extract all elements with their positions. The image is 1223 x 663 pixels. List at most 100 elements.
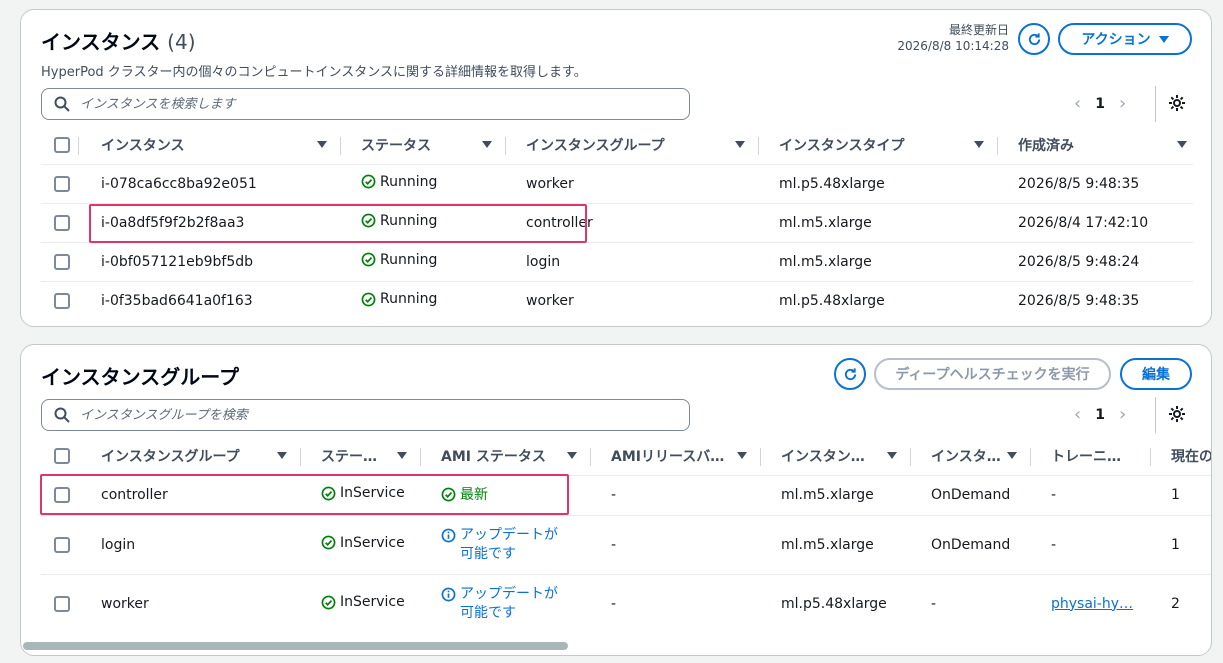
- row-checkbox[interactable]: [54, 175, 70, 192]
- col-ami-status[interactable]: AMI ステータス: [421, 437, 591, 475]
- last-updated: 最終更新日 2026/8/8 10:14:28: [889, 22, 1009, 54]
- sort-caret-icon[interactable]: [317, 141, 327, 149]
- instances-description: HyperPod クラスター内の個々のコンピュートインスタンスに関する詳細情報を…: [41, 65, 587, 80]
- sort-caret-icon[interactable]: [735, 141, 745, 149]
- current-count: 2: [1151, 573, 1211, 633]
- created-at: 2026/8/5 9:48:35: [998, 280, 1193, 320]
- table-row[interactable]: i-0bf057121eb9bf5db Running login ml.m5.xla…: [41, 241, 1193, 281]
- instance-id: i-0a8df5f9f2b2f8aa3: [101, 202, 341, 242]
- current-page[interactable]: 1: [1095, 407, 1105, 423]
- training-link[interactable]: physai-hy…: [1051, 596, 1133, 612]
- instance-type: ml.p5.48xlarge: [759, 163, 998, 203]
- instances-pagination: ‹ 1 ›: [1074, 93, 1126, 114]
- col-type[interactable]: インスタンスタイプ: [759, 126, 998, 164]
- sort-caret-icon[interactable]: [1177, 141, 1187, 149]
- actions-label: アクション: [1081, 32, 1151, 48]
- col-group[interactable]: インスタンスグループ: [506, 126, 759, 164]
- select-all-checkbox[interactable]: [54, 447, 70, 464]
- search-icon: [54, 96, 70, 112]
- instance-type: ml.m5.xlarge: [761, 514, 911, 574]
- table-row[interactable]: i-0f35bad6641a0f163 Running worker ml.p5.48…: [41, 280, 1193, 320]
- sort-caret-icon[interactable]: [737, 452, 747, 460]
- col-market[interactable]: インスタ…: [911, 437, 1031, 475]
- groups-refresh-button[interactable]: [834, 358, 866, 390]
- sort-caret-icon[interactable]: [482, 141, 492, 149]
- created-at: 2026/8/4 17:42:10: [998, 202, 1193, 242]
- table-row[interactable]: login InService アップデートが 可能です - ml.m5.xlarge On…: [41, 514, 1211, 574]
- instances-search[interactable]: [41, 88, 690, 120]
- check-circle-icon: [361, 292, 376, 306]
- sort-caret-icon[interactable]: [887, 452, 897, 460]
- actions-button[interactable]: アクション: [1058, 23, 1192, 55]
- status-badge: Running: [361, 213, 437, 229]
- caret-down-icon: [1158, 35, 1169, 43]
- deep-health-check-button[interactable]: ディープヘルスチェックを実行: [874, 358, 1111, 390]
- sort-caret-icon[interactable]: [1007, 452, 1017, 460]
- prev-page-icon[interactable]: ‹: [1074, 93, 1081, 114]
- col-status[interactable]: ステータス: [341, 126, 506, 164]
- row-checkbox[interactable]: [54, 487, 70, 503]
- sort-caret-icon[interactable]: [974, 141, 984, 149]
- status-badge: InService: [321, 594, 405, 610]
- status-badge: Running: [361, 252, 437, 268]
- horizontal-scrollbar[interactable]: [23, 642, 568, 650]
- col-training[interactable]: トレーニ…: [1031, 437, 1151, 475]
- col-current-count[interactable]: 現在の数: [1151, 437, 1211, 475]
- groups-pagination: ‹ 1 ›: [1074, 404, 1126, 425]
- groups-search-input[interactable]: [78, 406, 689, 424]
- table-row[interactable]: worker InService アップデートが 可能です - ml.p5.48xlarg…: [41, 573, 1211, 633]
- col-instance-type[interactable]: インスタン…: [761, 437, 911, 475]
- ami-release: -: [591, 573, 761, 633]
- status-text: Running: [380, 173, 438, 190]
- sort-caret-icon[interactable]: [397, 452, 407, 460]
- select-all-checkbox[interactable]: [54, 136, 70, 153]
- check-circle-icon: [321, 535, 336, 550]
- table-row[interactable]: controller InService 最新 - ml.m5.xlarge OnDema…: [41, 474, 1211, 515]
- col-created[interactable]: 作成済み: [998, 126, 1193, 164]
- current-count: 1: [1151, 474, 1211, 515]
- sort-caret-icon[interactable]: [567, 452, 577, 460]
- ami-release: -: [591, 474, 761, 515]
- sort-caret-icon[interactable]: [277, 452, 287, 460]
- next-page-icon[interactable]: ›: [1119, 93, 1126, 114]
- current-count: 1: [1151, 514, 1211, 574]
- refresh-button[interactable]: [1018, 23, 1050, 55]
- row-checkbox[interactable]: [54, 595, 70, 612]
- ami-status-badge[interactable]: アップデートが 可能です: [441, 585, 558, 623]
- status-text: Running: [380, 291, 438, 307]
- table-row[interactable]: i-078ca6cc8ba92e051 Running worker ml.p5.48…: [41, 163, 1193, 203]
- ami-status-badge[interactable]: アップデートが 可能です: [441, 526, 558, 564]
- col-ami-release[interactable]: AMIリリースバ…: [591, 437, 761, 475]
- next-page-icon[interactable]: ›: [1119, 404, 1126, 425]
- instance-group: login: [506, 241, 759, 281]
- edit-button[interactable]: 編集: [1120, 358, 1192, 390]
- settings-gear-icon[interactable]: [1167, 93, 1187, 113]
- ami-status-text: 可能です: [460, 545, 516, 562]
- check-circle-icon: [321, 595, 336, 609]
- group-name: worker: [101, 573, 301, 633]
- instances-search-input[interactable]: [78, 95, 689, 113]
- settings-gear-icon[interactable]: [1167, 404, 1187, 424]
- refresh-icon: [1028, 32, 1040, 45]
- row-checkbox[interactable]: [54, 292, 70, 309]
- instances-table: インスタンス ステータス インスタンスグループ インスタンスタイプ 作成済み i…: [41, 126, 1193, 320]
- table-row[interactable]: i-0a8df5f9f2b2f8aa3 Running controller ml.m…: [41, 202, 1193, 242]
- col-status[interactable]: ステー…: [301, 437, 421, 475]
- col-group-name[interactable]: インスタンスグループ: [101, 437, 301, 475]
- group-name: controller: [101, 474, 301, 515]
- col-instance[interactable]: インスタンス: [101, 126, 341, 164]
- refresh-icon: [844, 367, 856, 380]
- current-page[interactable]: 1: [1095, 96, 1105, 112]
- prev-page-icon[interactable]: ‹: [1074, 404, 1081, 425]
- row-checkbox[interactable]: [54, 253, 70, 270]
- divider: [1155, 397, 1156, 433]
- instance-type: ml.p5.48xlarge: [761, 573, 911, 633]
- select-all-checkbox-cell: [41, 437, 101, 475]
- row-checkbox[interactable]: [54, 536, 70, 553]
- row-checkbox[interactable]: [54, 214, 70, 231]
- instances-count: (4): [167, 30, 196, 54]
- ami-status-text: アップデートが: [460, 526, 558, 543]
- group-name: login: [101, 514, 301, 574]
- groups-search[interactable]: [41, 399, 690, 431]
- edit-label: 編集: [1142, 367, 1170, 383]
